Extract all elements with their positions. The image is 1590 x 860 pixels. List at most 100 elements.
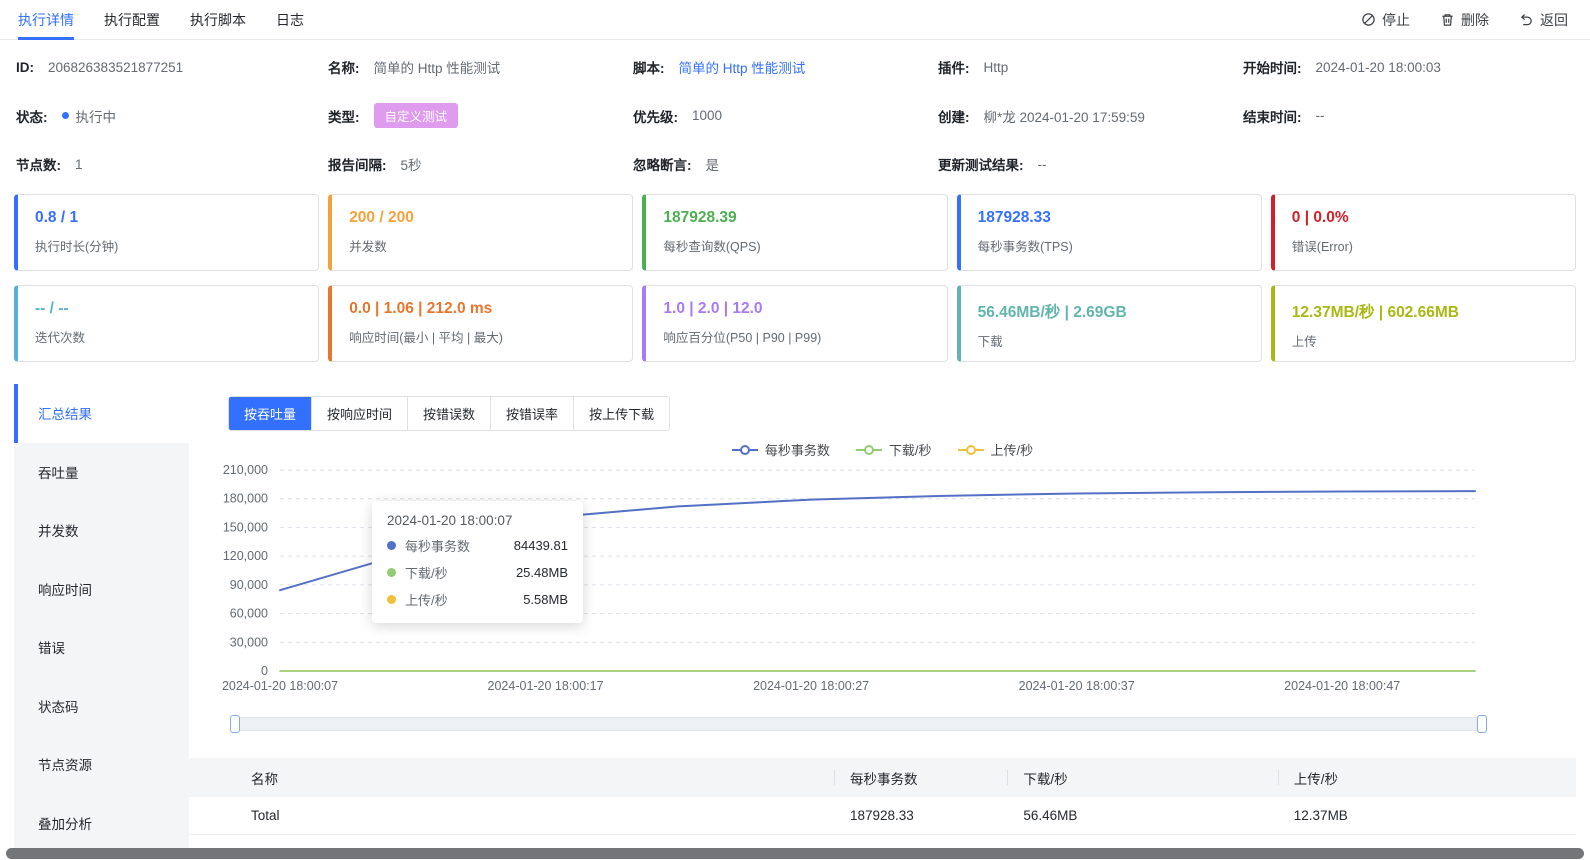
card-concurrency: 200 / 200 并发数 (328, 194, 634, 271)
result-sidebar: 汇总结果 吞吐量 并发数 响应时间 错误 状态码 节点资源 叠加分析 (14, 384, 189, 848)
svg-text:210,000: 210,000 (223, 463, 268, 477)
legend-item-upload[interactable]: 上传/秒 (957, 440, 1033, 459)
cell-tps: 187928.33 (833, 797, 1008, 835)
chart-metric-tabs: 按吞吐量 按响应时间 按错误数 按错误率 按上传下载 (228, 396, 671, 431)
field-nodes: 节点数: 1 (16, 156, 83, 174)
table-row-total: Total 187928.33 56.46MB 12.37MB (189, 797, 1576, 835)
horizontal-scrollbar[interactable] (6, 848, 1584, 859)
chart-content: 按吞吐量 按响应时间 按错误数 按错误率 按上传下载 每秒事务数 下载/秒 上传… (189, 384, 1576, 848)
tab-execution-script[interactable]: 执行脚本 (190, 0, 246, 40)
upload-dot-icon (387, 595, 396, 604)
chart-tab-error-rate[interactable]: 按错误率 (490, 397, 574, 430)
script-link[interactable]: 简单的 Http 性能测试 (679, 57, 806, 77)
tab-execution-detail[interactable]: 执行详情 (18, 0, 74, 40)
card-error: 0 | 0.0% 错误(Error) (1270, 194, 1576, 271)
card-upload: 12.37MB/秒 | 602.66MB 上传 (1270, 285, 1576, 362)
tooltip-timestamp: 2024-01-20 18:00:07 (387, 513, 513, 528)
svg-text:2024-01-20 18:00:17: 2024-01-20 18:00:17 (488, 679, 604, 693)
table-header-row: 名称 每秒事务数 下载/秒 上传/秒 (189, 758, 1576, 797)
col-header-name: 名称 (189, 758, 834, 797)
zoom-slider-track[interactable] (235, 717, 1482, 731)
col-header-tps: 每秒事务数 (833, 758, 1008, 797)
cell-download: 56.46MB (1007, 797, 1278, 835)
cell-name: Total (189, 797, 834, 835)
tooltip-row-tps: 每秒事务数 84439.81 (387, 536, 568, 555)
cell-upload: 12.37MB (1277, 797, 1576, 835)
svg-text:30,000: 30,000 (230, 635, 268, 649)
legend-marker-download (855, 444, 882, 455)
card-tps: 187928.33 每秒事务数(TPS) (956, 194, 1262, 271)
svg-text:2024-01-20 18:00:27: 2024-01-20 18:00:27 (753, 679, 869, 693)
card-iterations: -- / -- 迭代次数 (14, 285, 320, 362)
zoom-slider-handle-right[interactable] (1477, 715, 1487, 733)
status-badge: 执行中 (75, 109, 117, 125)
stop-button[interactable]: 停止 (1361, 10, 1410, 30)
report-info: ID: 206826383521877251 名称: 简单的 Http 性能测试 脚… (0, 40, 1590, 180)
field-creator: 创建: 柳*龙 2024-01-20 17:59:59 (938, 109, 1145, 125)
field-update-result: 更新测试结果: -- (938, 156, 1047, 174)
back-button[interactable]: 返回 (1519, 10, 1568, 30)
report-page: 执行详情 执行配置 执行脚本 日志 停止 删除 返回 ID: 2068263835… (0, 0, 1590, 860)
sidebar-item-errors[interactable]: 错误 (14, 618, 189, 677)
stat-cards-row-2: -- / -- 迭代次数 0.0 | 1.06 | 212.0 ms 响应时间(最小… (0, 285, 1590, 362)
chart-legend: 每秒事务数 下载/秒 上传/秒 (189, 440, 1576, 459)
tooltip-row-upload: 上传/秒 5.58MB (387, 590, 568, 609)
legend-marker-upload (957, 444, 984, 455)
sidebar-item-overlay-analysis[interactable]: 叠加分析 (14, 793, 189, 848)
field-script: 脚本: 简单的 Http 性能测试 (633, 57, 938, 77)
field-type: 类型: 自定义测试 (328, 103, 633, 128)
field-empty (1243, 154, 1574, 174)
header-actions: 停止 删除 返回 (1361, 10, 1568, 30)
tooltip-row-download: 下载/秒 25.48MB (387, 563, 568, 582)
zoom-slider-handle-left[interactable] (230, 715, 240, 733)
field-priority: 优先级: 1000 (633, 108, 723, 125)
chart-tab-upload-download[interactable]: 按上传下载 (573, 397, 670, 430)
card-duration: 0.8 / 1 执行时长(分钟) (14, 194, 320, 271)
chart-tooltip: 2024-01-20 18:00:07 每秒事务数 84439.81 下载/秒 25… (372, 501, 583, 623)
sidebar-item-node-resources[interactable]: 节点资源 (14, 735, 189, 794)
col-header-download: 下载/秒 (1007, 758, 1278, 797)
sidebar-item-throughput[interactable]: 吞吐量 (14, 442, 189, 501)
tps-dot-icon (387, 541, 396, 550)
chart-tab-response-time[interactable]: 按响应时间 (311, 397, 408, 430)
field-id: ID: 206826383521877251 (16, 59, 184, 75)
status-dot (61, 112, 69, 119)
delete-button[interactable]: 删除 (1440, 10, 1489, 30)
svg-text:2024-01-20 18:00:37: 2024-01-20 18:00:37 (1019, 679, 1135, 693)
legend-item-tps[interactable]: 每秒事务数 (731, 440, 830, 459)
card-response-time: 0.0 | 1.06 | 212.0 ms 响应时间(最小 | 平均 | 最大) (328, 285, 634, 362)
tab-logs[interactable]: 日志 (276, 0, 304, 40)
svg-text:120,000: 120,000 (223, 549, 268, 563)
field-name: 名称: 简单的 Http 性能测试 (328, 61, 501, 76)
sidebar-item-summary[interactable]: 汇总结果 (14, 384, 189, 443)
svg-text:180,000: 180,000 (223, 492, 268, 506)
card-download: 56.46MB/秒 | 2.69GB 下载 (956, 285, 1262, 362)
svg-text:90,000: 90,000 (230, 578, 268, 592)
col-header-upload: 上传/秒 (1277, 758, 1576, 797)
sidebar-item-response-time[interactable]: 响应时间 (14, 559, 189, 618)
sidebar-item-concurrency[interactable]: 并发数 (14, 501, 189, 560)
throughput-chart-area: 0 30,000 60,000 90,000 120,000 150,000 180,000… (189, 462, 1576, 700)
svg-text:60,000: 60,000 (230, 607, 268, 621)
result-panel: 汇总结果 吞吐量 并发数 响应时间 错误 状态码 节点资源 叠加分析 按吞吐量 … (14, 384, 1576, 848)
chart-tab-error-count[interactable]: 按错误数 (407, 397, 491, 430)
top-tab-bar: 执行详情 执行配置 执行脚本 日志 停止 删除 返回 (0, 0, 1590, 40)
sidebar-item-status-codes[interactable]: 状态码 (14, 676, 189, 735)
chart-tab-throughput[interactable]: 按吞吐量 (229, 397, 312, 430)
card-qps: 187928.39 每秒查询数(QPS) (642, 194, 948, 271)
svg-text:150,000: 150,000 (223, 520, 268, 534)
field-status: 状态: 执行中 (16, 103, 328, 128)
type-badge: 自定义测试 (373, 103, 459, 128)
legend-marker-tps (731, 444, 758, 455)
svg-text:0: 0 (261, 664, 268, 678)
field-ignore-assert: 忽略断言: 是 (633, 158, 719, 173)
field-start-time: 开始时间: 2024-01-20 18:00:03 (1243, 59, 1441, 77)
field-plugin: 插件: Http (938, 59, 1009, 77)
legend-item-download[interactable]: 下载/秒 (855, 440, 932, 459)
field-report-interval: 报告间隔: 5秒 (328, 158, 422, 173)
chart-zoom-slider[interactable] (230, 715, 1487, 733)
svg-text:2024-01-20 18:00:47: 2024-01-20 18:00:47 (1284, 679, 1400, 693)
trash-icon (1440, 12, 1455, 27)
download-dot-icon (387, 568, 396, 577)
tab-execution-config[interactable]: 执行配置 (104, 0, 160, 40)
